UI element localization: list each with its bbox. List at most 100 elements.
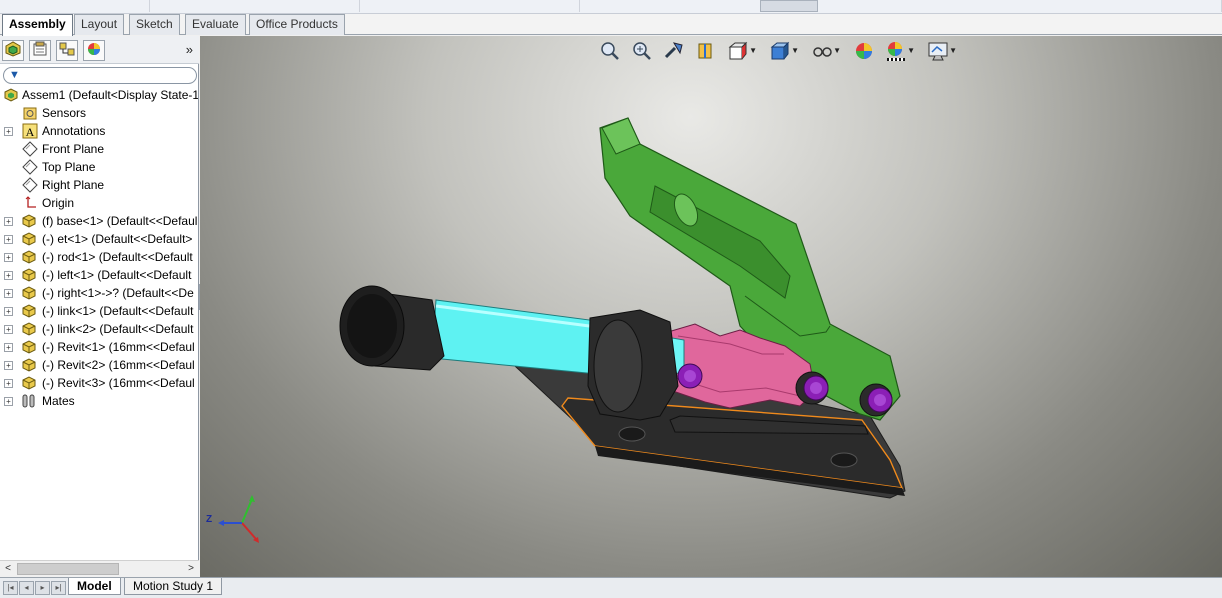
tab-assembly[interactable]: Assembly xyxy=(2,14,73,36)
expand-icon[interactable]: + xyxy=(4,361,13,370)
expand-icon[interactable]: + xyxy=(4,397,13,406)
tree-item-mates[interactable]: + Mates xyxy=(0,392,198,410)
tree-item-part[interactable]: + (-) right<1>->? (Default<<De xyxy=(0,284,198,302)
feature-manager-panel: » ▼ Assem1 (Default<Display State-1 Sens… xyxy=(0,36,199,577)
panel-tab-bar: » xyxy=(0,36,199,64)
configuration-manager-icon[interactable] xyxy=(56,40,78,61)
plunger-cap[interactable] xyxy=(339,285,445,371)
rod-bushing[interactable] xyxy=(587,309,679,421)
tree-item-part[interactable]: + (-) Revit<1> (16mm<<Defaul xyxy=(0,338,198,356)
tree-item-annotations[interactable]: + A Annotations xyxy=(0,122,198,140)
scroll-right-icon[interactable]: > xyxy=(183,561,199,577)
tree-item-label: (-) Revit<3> (16mm<<Defaul xyxy=(42,376,195,390)
part-icon xyxy=(21,375,37,391)
title-segment-active xyxy=(760,0,818,12)
tree-item-right-plane[interactable]: Right Plane xyxy=(0,176,198,194)
tree-item-front-plane[interactable]: Front Plane xyxy=(0,140,198,158)
tab-evaluate[interactable]: Evaluate xyxy=(185,14,246,35)
tab-sketch[interactable]: Sketch xyxy=(129,14,180,35)
part-icon xyxy=(21,267,37,283)
clamp-model[interactable] xyxy=(200,36,1222,577)
annotations-icon: A xyxy=(22,123,38,139)
last-tab-icon[interactable]: ▸| xyxy=(51,581,66,595)
tree-item-part[interactable]: + (-) link<2> (Default<<Default xyxy=(0,320,198,338)
scroll-thumb[interactable] xyxy=(17,563,119,575)
tree-item-label: Top Plane xyxy=(42,160,96,174)
filter-icon[interactable]: ▼ xyxy=(9,69,20,81)
property-manager-icon[interactable] xyxy=(29,40,51,61)
feature-manager-icon[interactable] xyxy=(2,40,24,61)
more-tabs-icon[interactable]: » xyxy=(186,42,193,57)
next-tab-icon[interactable]: ▸ xyxy=(35,581,50,595)
expand-icon[interactable]: + xyxy=(4,289,13,298)
tree-item-label: Front Plane xyxy=(42,142,105,156)
triad-z-label: Z xyxy=(206,514,213,525)
tree-item-label: (-) et<1> (Default<<Default> xyxy=(42,232,193,246)
tree-item-part[interactable]: + (-) Revit<3> (16mm<<Defaul xyxy=(0,374,198,392)
tree-item-part[interactable]: + (f) base<1> (Default<<Defaul xyxy=(0,212,198,230)
tree-item-part[interactable]: + (-) link<1> (Default<<Default xyxy=(0,302,198,320)
tab-model[interactable]: Model xyxy=(68,578,121,595)
title-segment xyxy=(360,0,580,12)
tree-item-part[interactable]: + (-) Revit<2> (16mm<<Defaul xyxy=(0,356,198,374)
plane-icon xyxy=(22,141,38,157)
part-icon xyxy=(21,303,37,319)
feature-tree: Assem1 (Default<Display State-1 Sensors … xyxy=(0,86,199,410)
tree-item-part[interactable]: + (-) rod<1> (Default<<Default xyxy=(0,248,198,266)
tree-item-sensors[interactable]: Sensors xyxy=(0,104,198,122)
tree-item-label: (f) base<1> (Default<<Defaul xyxy=(42,214,198,228)
previous-tab-icon[interactable]: ◂ xyxy=(19,581,34,595)
mates-icon xyxy=(21,393,37,409)
scroll-left-icon[interactable]: < xyxy=(0,561,16,577)
assembly-icon xyxy=(3,87,19,103)
title-strip xyxy=(0,0,1222,14)
tree-item-label: Origin xyxy=(42,196,75,210)
sensors-icon xyxy=(22,105,38,121)
tree-item-label: (-) Revit<2> (16mm<<Defaul xyxy=(42,358,195,372)
svg-text:A: A xyxy=(26,125,35,139)
tree-item-top-plane[interactable]: Top Plane xyxy=(0,158,198,176)
part-icon xyxy=(21,213,37,229)
tree-item-label: (-) Revit<1> (16mm<<Defaul xyxy=(42,340,195,354)
expand-icon[interactable]: + xyxy=(4,343,13,352)
tab-motion-study[interactable]: Motion Study 1 xyxy=(124,578,223,595)
title-segment xyxy=(150,0,360,12)
tree-item-assembly[interactable]: Assem1 (Default<Display State-1 xyxy=(0,86,198,104)
expand-icon[interactable]: + xyxy=(4,217,13,226)
expand-icon[interactable]: + xyxy=(4,379,13,388)
reference-triad: Z xyxy=(206,487,266,547)
first-tab-icon[interactable]: |◂ xyxy=(3,581,18,595)
tree-item-label: Assem1 (Default<Display State-1 xyxy=(22,88,198,102)
tree-item-label: (-) right<1>->? (Default<<De xyxy=(42,286,194,300)
horizontal-scrollbar[interactable]: < > xyxy=(0,560,199,577)
expand-icon[interactable]: + xyxy=(4,325,13,334)
part-icon xyxy=(21,249,37,265)
tree-item-part[interactable]: + (-) left<1> (Default<<Default xyxy=(0,266,198,284)
plane-icon xyxy=(22,177,38,193)
part-icon xyxy=(21,357,37,373)
tree-item-label: (-) link<1> (Default<<Default xyxy=(42,304,194,318)
expand-icon[interactable]: + xyxy=(4,127,13,136)
expand-icon[interactable]: + xyxy=(4,307,13,316)
title-segment xyxy=(990,0,1222,12)
graphics-area[interactable]: ▼ ▼ ▼ ▼ ▼ Z xyxy=(200,36,1222,577)
tree-item-label: (-) link<2> (Default<<Default xyxy=(42,322,194,336)
tree-item-part[interactable]: + (-) et<1> (Default<<Default> xyxy=(0,230,198,248)
command-manager-tabs: Assembly Layout Sketch Evaluate Office P… xyxy=(0,14,1222,36)
tree-item-label: Mates xyxy=(42,394,75,408)
display-manager-icon[interactable] xyxy=(83,40,105,61)
part-icon xyxy=(21,285,37,301)
tree-item-origin[interactable]: Origin xyxy=(0,194,198,212)
tree-filter-input[interactable]: ▼ xyxy=(3,67,197,84)
title-segment xyxy=(0,0,150,12)
expand-icon[interactable]: + xyxy=(4,271,13,280)
plane-icon xyxy=(22,159,38,175)
tab-layout[interactable]: Layout xyxy=(74,14,125,35)
expand-icon[interactable]: + xyxy=(4,235,13,244)
bottom-tab-bar: |◂ ◂ ▸ ▸| Model Motion Study 1 xyxy=(0,577,1222,598)
tree-item-label: Right Plane xyxy=(42,178,105,192)
expand-icon[interactable]: + xyxy=(4,253,13,262)
part-icon xyxy=(21,339,37,355)
part-icon xyxy=(21,231,37,247)
tab-office-products[interactable]: Office Products xyxy=(249,14,345,35)
